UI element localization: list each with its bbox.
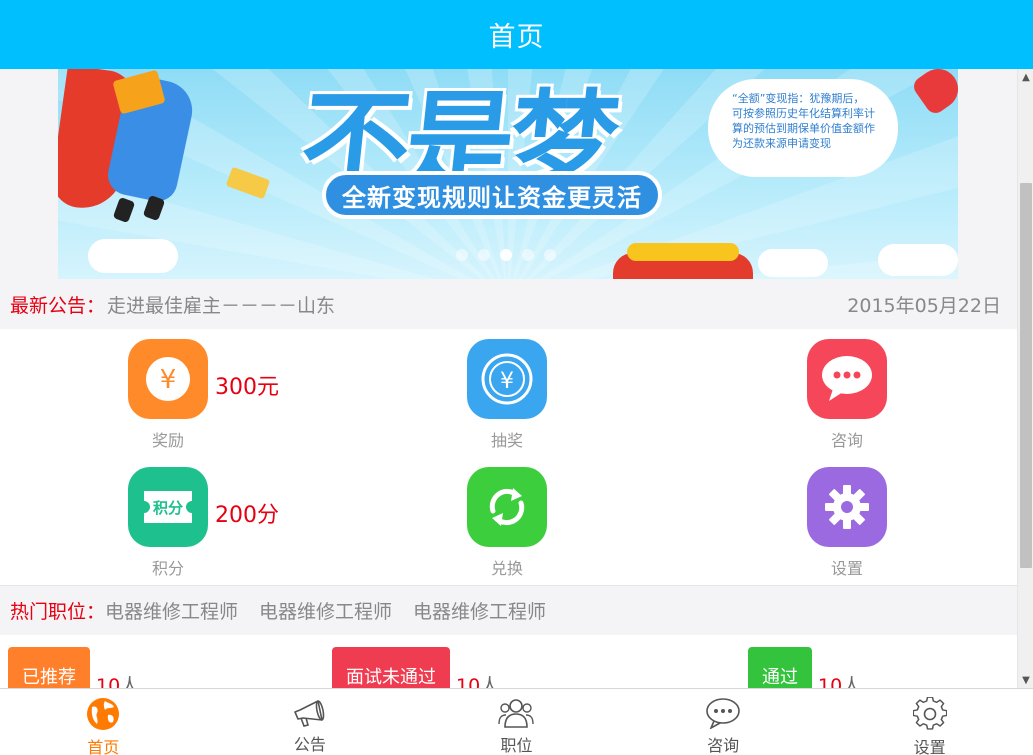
- banner-note-line: 可按参照历史年化结算利率计: [732, 107, 875, 120]
- stat-count-value: 10: [818, 674, 843, 689]
- banner-note-line: 算的预估到期保单价值金额作: [732, 122, 875, 135]
- svg-text:¥: ¥: [500, 369, 514, 394]
- scroll-down-arrow-icon[interactable]: ▼: [1018, 672, 1033, 688]
- stat-count-passed: 10人: [818, 671, 861, 689]
- megaphone-icon: [292, 697, 328, 728]
- home-globe-icon: [85, 697, 121, 731]
- exchange-tile[interactable]: [467, 467, 547, 547]
- scroll-thumb[interactable]: [1020, 183, 1032, 568]
- grid-item-lottery[interactable]: ¥ 抽奖: [339, 329, 679, 457]
- tab-home-label: 首页: [87, 738, 120, 755]
- tab-jobs-label: 职位: [500, 736, 533, 755]
- hot-job-link[interactable]: 电器维修工程师: [259, 597, 392, 624]
- lottery-label: 抽奖: [490, 431, 523, 450]
- exchange-icon: [489, 488, 525, 526]
- app-page: 首页 不是梦 全新变现规则让资金更灵活 “全额”变现指：犹豫期后， 可按参照历史…: [0, 0, 1033, 755]
- banner-note-bubble: “全额”变现指：犹豫期后， 可按参照历史年化结算利率计 算的预估到期保单价值金额…: [708, 79, 898, 177]
- announcement-label: 最新公告：: [10, 294, 106, 317]
- stat-count-interview-failed: 10人: [456, 671, 499, 689]
- bottom-tab-bar: 首页 公告 职位 咨询 设置: [0, 688, 1033, 755]
- stat-badge-interview-failed[interactable]: 面试未通过: [332, 647, 450, 688]
- stat-passed[interactable]: 通过 10人: [748, 647, 861, 688]
- stat-count-value: 10: [96, 674, 121, 689]
- stat-badge-recommended[interactable]: 已推荐: [8, 647, 90, 688]
- stat-count-unit: 人: [842, 674, 862, 689]
- carousel-dots[interactable]: [456, 249, 556, 261]
- banner-cloud: [878, 244, 958, 276]
- banner-cloud: [88, 239, 178, 273]
- stat-count-value: 10: [456, 674, 481, 689]
- lottery-tile[interactable]: ¥: [467, 339, 547, 419]
- scroll-up-arrow-icon[interactable]: ▲: [1018, 69, 1033, 85]
- promo-banner[interactable]: 不是梦 全新变现规则让资金更灵活 “全额”变现指：犹豫期后， 可按参照历史年化结…: [58, 69, 958, 279]
- points-value: 200分: [215, 503, 279, 528]
- grid-item-points[interactable]: 积分 200分 积分: [0, 457, 340, 585]
- carousel-dot[interactable]: [522, 249, 534, 261]
- tab-notice[interactable]: 公告: [207, 689, 414, 755]
- carousel-dot[interactable]: [456, 249, 468, 261]
- carousel-dot[interactable]: [478, 249, 490, 261]
- chat-icon: [705, 697, 741, 729]
- stat-count-unit: 人: [480, 674, 500, 689]
- announcement-date: 2015年05月22日: [847, 294, 1001, 317]
- svg-text:¥: ¥: [160, 365, 177, 395]
- grid-item-exchange[interactable]: 兑换: [339, 457, 679, 585]
- coin-tray: [613, 243, 753, 279]
- consult-tile[interactable]: [807, 339, 887, 419]
- banner-subtitle: 全新变现规则让资金更灵活: [342, 183, 642, 212]
- announcement-text[interactable]: 走进最佳雇主－－－－山东: [107, 291, 335, 318]
- grid-item-settings[interactable]: 设置: [678, 457, 1017, 585]
- chat-bubble-icon: [822, 356, 872, 401]
- yen-coin-icon: ¥: [481, 353, 533, 405]
- hot-jobs-label: 热门职位：: [10, 601, 106, 623]
- gear-icon: [912, 697, 948, 731]
- points-ticket-text: 积分: [152, 499, 183, 517]
- grid-item-reward[interactable]: ¥ 300元 奖励: [0, 329, 340, 457]
- carousel-dot-active[interactable]: [500, 249, 512, 261]
- settings-label: 设置: [830, 559, 863, 578]
- stat-count-recommended: 10人: [96, 671, 139, 689]
- points-label: 积分: [151, 559, 184, 578]
- banner-note-line: “全额”变现指：犹豫期后，: [732, 92, 865, 105]
- stat-count-unit: 人: [120, 674, 140, 689]
- settings-tile[interactable]: [807, 467, 887, 547]
- tab-settings-label: 设置: [913, 738, 946, 755]
- reward-value: 300元: [215, 375, 279, 400]
- tab-settings[interactable]: 设置: [826, 689, 1033, 755]
- stat-recommended[interactable]: 已推荐 10人: [8, 647, 139, 688]
- tab-notice-label: 公告: [293, 735, 326, 754]
- banner-cloud: [758, 249, 828, 277]
- consult-label: 咨询: [830, 431, 863, 450]
- stat-badge-passed[interactable]: 通过: [748, 647, 812, 688]
- scroll-content[interactable]: 不是梦 全新变现规则让资金更灵活 “全额”变现指：犹豫期后， 可按参照历史年化结…: [0, 69, 1017, 688]
- hot-jobs-bar: 热门职位： 电器维修工程师 电器维修工程师 电器维修工程师: [0, 585, 1017, 635]
- tab-jobs[interactable]: 职位: [413, 689, 620, 755]
- banner-ribbon: 全新变现规则让资金更灵活: [322, 171, 662, 219]
- tab-consult-label: 咨询: [707, 736, 740, 755]
- reward-tile[interactable]: ¥: [128, 339, 208, 419]
- grid-item-consult[interactable]: 咨询: [678, 329, 1017, 457]
- tab-consult[interactable]: 咨询: [620, 689, 827, 755]
- people-icon: [498, 697, 535, 729]
- announcement-bar[interactable]: 最新公告： 走进最佳雇主－－－－山东 2015年05月22日: [0, 279, 1017, 329]
- stats-row: 已推荐 10人 面试未通过 10人 通过 10人: [0, 635, 1017, 688]
- yen-icon: ¥: [146, 357, 190, 401]
- points-tile[interactable]: 积分: [128, 467, 208, 547]
- hot-job-link[interactable]: 电器维修工程师: [105, 597, 238, 624]
- reward-label: 奖励: [151, 431, 184, 450]
- page-title: 首页: [488, 22, 545, 53]
- header-bar: 首页: [0, 0, 1033, 69]
- carousel-dot[interactable]: [544, 249, 556, 261]
- banner-note-line: 为还款来源申请变现: [732, 137, 831, 150]
- exchange-label: 兑换: [490, 559, 523, 578]
- feature-grid: ¥ 300元 奖励 ¥ 抽奖 咨询 积分 200分 积分 兑换 设置: [0, 329, 1017, 585]
- gear-icon: [825, 485, 869, 529]
- hot-job-link[interactable]: 电器维修工程师: [413, 597, 546, 624]
- vertical-scrollbar[interactable]: ▲ ▼: [1017, 69, 1033, 688]
- stat-interview-failed[interactable]: 面试未通过 10人: [332, 647, 499, 688]
- tab-home[interactable]: 首页: [0, 689, 207, 755]
